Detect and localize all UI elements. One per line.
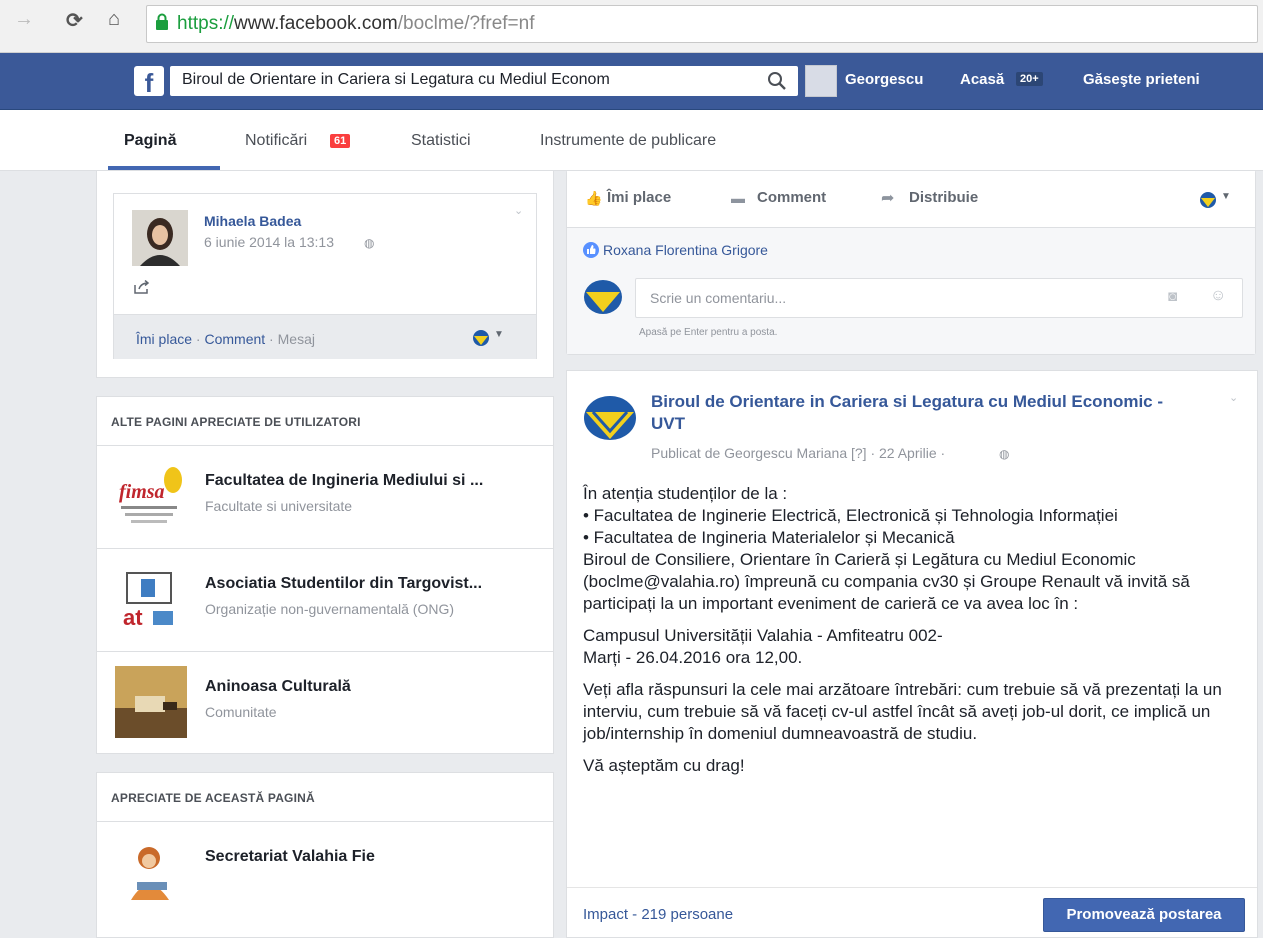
comment-actions: Îmi place · Comment · Mesaj ▼: [114, 314, 536, 359]
camera-icon[interactable]: ◙: [1168, 288, 1177, 305]
search-input[interactable]: Biroul de Orientare in Cariera si Legatu…: [182, 71, 752, 89]
thumbs-up-icon: 👍: [585, 190, 603, 206]
comment-box: Mihaela Badea 6 iunie 2014 la 13:13 ◍ ⌄ …: [113, 193, 537, 359]
list-item[interactable]: fimsa Facultatea de Ingineria Mediului s…: [97, 445, 553, 548]
emoji-icon[interactable]: ☺: [1210, 287, 1226, 305]
post-paragraph: Biroul de Consiliere, Orientare în Carie…: [583, 550, 1190, 613]
search-box[interactable]: Biroul de Orientare in Cariera si Legatu…: [170, 66, 798, 96]
list-item[interactable]: Secretariat Valahia Fie: [97, 821, 553, 924]
home-link[interactable]: Acasă: [960, 71, 1004, 88]
address-bar[interactable]: https://www.facebook.com/boclme/?fref=nf: [146, 5, 1258, 43]
right-column: 👍 Îmi place ▬ Comment ➦ Distribuie ▼ Rox…: [566, 170, 1258, 938]
tab-notifications[interactable]: Notificări: [245, 132, 307, 150]
fimsa-logo[interactable]: fimsa: [115, 460, 187, 532]
page-name[interactable]: Asociatia Studentilor din Targovist...: [205, 575, 482, 593]
page-category: Organizație non-guvernamentală (ONG): [205, 601, 455, 617]
section-title: ALTE PAGINI APRECIATE DE UTILIZATORI: [111, 415, 361, 429]
page-name[interactable]: Secretariat Valahia Fie: [205, 848, 375, 866]
profile-link[interactable]: Georgescu: [845, 71, 923, 88]
tab-publishing-tools[interactable]: Instrumente de publicare: [540, 132, 716, 150]
globe-icon: ◍: [999, 447, 1010, 461]
caret-down-icon[interactable]: ▼: [1221, 191, 1231, 202]
home-icon[interactable]: ⌂: [108, 8, 120, 31]
commenter-avatar[interactable]: [132, 210, 188, 266]
like-button[interactable]: Îmi place: [607, 189, 671, 206]
enter-hint: Apasă pe Enter pentru a posta.: [639, 327, 778, 338]
post-footer: Impact - 219 persoane Promovează postare…: [567, 887, 1257, 938]
like-badge-icon: [583, 242, 599, 258]
previous-post-footer: 👍 Îmi place ▬ Comment ➦ Distribuie ▼ Rox…: [566, 170, 1256, 355]
globe-icon: ◍: [364, 236, 375, 250]
browser-toolbar: → ⟳ ⌂ https://www.facebook.com/boclme/?f…: [0, 0, 1263, 53]
post-meta: Publicat de Georgescu Mariana [?] · 22 A…: [651, 445, 946, 461]
caret-down-icon[interactable]: ▼: [494, 329, 504, 340]
comment-button[interactable]: Comment: [757, 189, 826, 206]
post-page-title[interactable]: Biroul de Orientare in Cariera si Legatu…: [651, 391, 1191, 435]
post-paragraph: Veți afla răspunsuri la cele mai arzătoa…: [583, 680, 1222, 743]
find-friends-link[interactable]: Găseşte prieteni: [1083, 71, 1200, 88]
promote-post-button[interactable]: Promovează postarea: [1043, 898, 1245, 932]
post-actions: 👍 Îmi place ▬ Comment ➦ Distribuie ▼: [567, 171, 1255, 228]
post-paragraph: • Facultatea de Inginerie Electrică, Ele…: [583, 506, 1118, 525]
impact-link[interactable]: Impact - 219 persoane: [583, 906, 733, 923]
likes-summary: Roxana Florentina Grigore: [567, 228, 1255, 274]
at-logo[interactable]: at: [115, 563, 187, 635]
comment-placeholder: Scrie un comentariu...: [650, 290, 787, 306]
page-tabs: Pagină Notificări 61 Statistici Instrume…: [0, 110, 1263, 171]
post-paragraph: În atenția studenților de la :: [583, 484, 788, 503]
share-icon[interactable]: [134, 280, 150, 294]
page-category: Comunitate: [205, 704, 277, 720]
chevron-down-icon[interactable]: ⌄: [1229, 391, 1238, 404]
share-button[interactable]: Distribuie: [909, 189, 978, 206]
page-name[interactable]: Facultatea de Ingineria Mediului si ...: [205, 472, 483, 490]
comment-link[interactable]: Comment: [204, 331, 265, 347]
reload-icon[interactable]: ⟳: [66, 8, 83, 33]
url-text: https://www.facebook.com/boclme/?fref=nf: [177, 13, 535, 34]
post-card: Biroul de Orientare in Cariera si Legatu…: [566, 370, 1258, 938]
tab-page[interactable]: Pagină: [124, 132, 176, 150]
comment-icon: ▬: [731, 190, 745, 206]
user-avatar[interactable]: [805, 65, 837, 97]
liked-by-this-page-section: APRECIATE DE ACEASTĂ PAGINĂ Secretariat …: [96, 772, 554, 938]
aninoasa-photo[interactable]: [115, 666, 187, 738]
notifications-badge: 61: [330, 134, 351, 148]
post-paragraph: Campusul Universității Valahia - Amfitea…: [583, 626, 943, 645]
page-avatar-icon[interactable]: [1199, 191, 1217, 209]
list-item[interactable]: at Asociatia Studentilor din Targovist..…: [97, 548, 553, 651]
search-icon[interactable]: [766, 70, 788, 92]
facebook-top-bar: f Biroul de Orientare in Cariera si Lega…: [0, 53, 1263, 110]
svg-text:at: at: [123, 605, 143, 630]
section-title: APRECIATE DE ACEASTĂ PAGINĂ: [111, 791, 315, 805]
page-category: Facultate si universitate: [205, 498, 353, 514]
other-liked-pages-section: ALTE PAGINI APRECIATE DE UTILIZATORI fim…: [96, 396, 554, 754]
write-comment-row: Scrie un comentariu... ◙ ☺ Apasă pe Ente…: [567, 274, 1255, 354]
comment-input[interactable]: Scrie un comentariu... ◙ ☺: [635, 278, 1243, 318]
commenter-name[interactable]: Mihaela Badea: [204, 213, 301, 229]
tab-statistics[interactable]: Statistici: [411, 132, 471, 150]
post-paragraph: • Facultatea de Ingineria Materialelor ș…: [583, 528, 955, 547]
liker-name[interactable]: Roxana Florentina Grigore: [603, 242, 768, 258]
lock-icon: [156, 13, 168, 30]
message-link[interactable]: Mesaj: [278, 331, 315, 347]
post-paragraph: Marți - 26.04.2016 ora 12,00.: [583, 648, 803, 667]
like-link[interactable]: Îmi place: [136, 331, 192, 347]
comment-actions-text: Îmi place · Comment · Mesaj: [136, 331, 315, 347]
page-logo[interactable]: [583, 395, 637, 441]
facebook-logo-icon[interactable]: f: [134, 66, 164, 96]
page-avatar-icon[interactable]: [472, 329, 490, 347]
page-name[interactable]: Aninoasa Culturală: [205, 678, 351, 696]
post-paragraph: Vă așteptăm cu drag!: [583, 756, 745, 775]
recent-comment-card: Mihaela Badea 6 iunie 2014 la 13:13 ◍ ⌄ …: [96, 170, 554, 378]
page-avatar: [584, 280, 622, 314]
svg-text:fimsa: fimsa: [119, 481, 165, 503]
list-item[interactable]: Aninoasa Culturală Comunitate: [97, 651, 553, 754]
share-arrow-icon: ➦: [881, 190, 895, 207]
comment-date[interactable]: 6 iunie 2014 la 13:13: [204, 234, 334, 250]
chevron-down-icon[interactable]: ⌄: [514, 204, 523, 217]
home-badge: 20+: [1016, 72, 1043, 86]
forward-arrow-icon[interactable]: →: [14, 8, 34, 31]
post-body: În atenția studenților de la : • Faculta…: [583, 483, 1247, 777]
secretariat-avatar[interactable]: [115, 836, 187, 908]
left-column: Mihaela Badea 6 iunie 2014 la 13:13 ◍ ⌄ …: [96, 170, 554, 938]
